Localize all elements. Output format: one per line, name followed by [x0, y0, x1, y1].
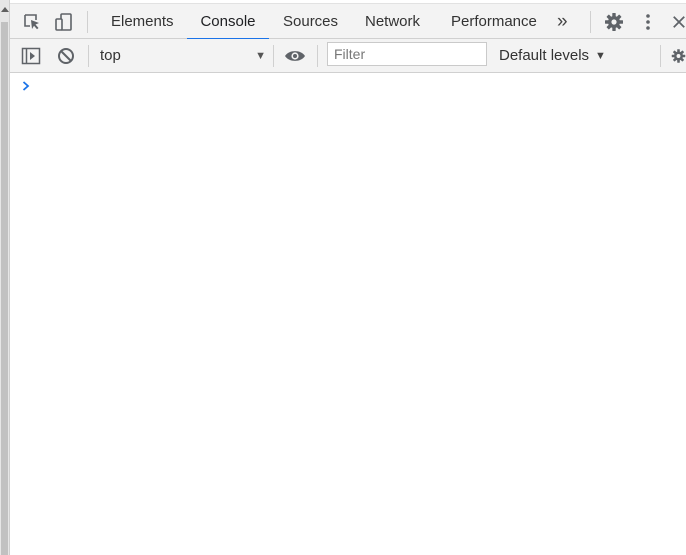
- js-context-select[interactable]: top ▼: [90, 39, 272, 72]
- scrollbar-thumb[interactable]: [1, 22, 8, 555]
- tab-sources-label: Sources: [283, 13, 339, 30]
- tab-performance-label: Performance: [451, 13, 537, 30]
- device-toolbar-icon[interactable]: [52, 10, 76, 34]
- tab-console[interactable]: Console: [187, 4, 269, 40]
- inspect-element-icon[interactable]: [20, 10, 44, 34]
- tab-elements[interactable]: Elements: [111, 4, 174, 39]
- scroll-up-arrow-icon[interactable]: [0, 6, 9, 16]
- close-icon[interactable]: [672, 10, 686, 34]
- devtools-tabbar: Elements Console Sources Network Perform…: [10, 3, 686, 40]
- filter-input[interactable]: [327, 42, 487, 66]
- console-output[interactable]: [10, 73, 686, 555]
- chevron-down-icon: ▼: [255, 49, 266, 62]
- toolbar-divider: [87, 11, 88, 33]
- tab-elements-label: Elements: [111, 13, 174, 30]
- log-levels-dropdown[interactable]: Default levels ▼: [499, 39, 606, 72]
- show-sidebar-icon[interactable]: [19, 44, 43, 68]
- console-toolbar: top ▼ Default levels ▼: [10, 39, 686, 73]
- toolbar-divider: [660, 45, 661, 67]
- toolbar-divider: [317, 45, 318, 67]
- tab-sources[interactable]: Sources: [283, 4, 338, 39]
- tab-network[interactable]: Network: [365, 4, 420, 39]
- more-tabs-button[interactable]: »: [557, 4, 568, 39]
- tab-network-label: Network: [365, 13, 421, 30]
- toolbar-divider: [590, 11, 591, 33]
- live-expression-eye-icon[interactable]: [283, 44, 307, 68]
- kebab-menu-icon[interactable]: [638, 10, 658, 34]
- devtools-panel: Elements Console Sources Network Perform…: [10, 0, 686, 555]
- clear-console-icon[interactable]: [54, 44, 78, 68]
- tab-console-label: Console: [200, 13, 256, 30]
- log-levels-label: Default levels: [499, 47, 590, 64]
- tab-performance[interactable]: Performance: [451, 4, 537, 39]
- page-scrollbar[interactable]: [0, 0, 10, 555]
- toolbar-divider: [88, 45, 89, 67]
- chevron-right-icon: [20, 79, 32, 93]
- toolbar-divider: [273, 45, 274, 67]
- chevron-down-icon: ▼: [595, 49, 606, 62]
- console-settings-gear-icon[interactable]: [671, 44, 686, 68]
- gear-icon[interactable]: [602, 10, 626, 34]
- js-context-value: top: [100, 47, 121, 64]
- more-tabs-icon: »: [557, 10, 568, 32]
